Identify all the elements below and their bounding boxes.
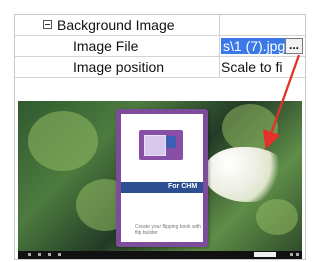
annotation-arrow: [262, 54, 301, 150]
settings-panel: Background Image Image File s\1 (7).jpg …: [14, 14, 306, 260]
